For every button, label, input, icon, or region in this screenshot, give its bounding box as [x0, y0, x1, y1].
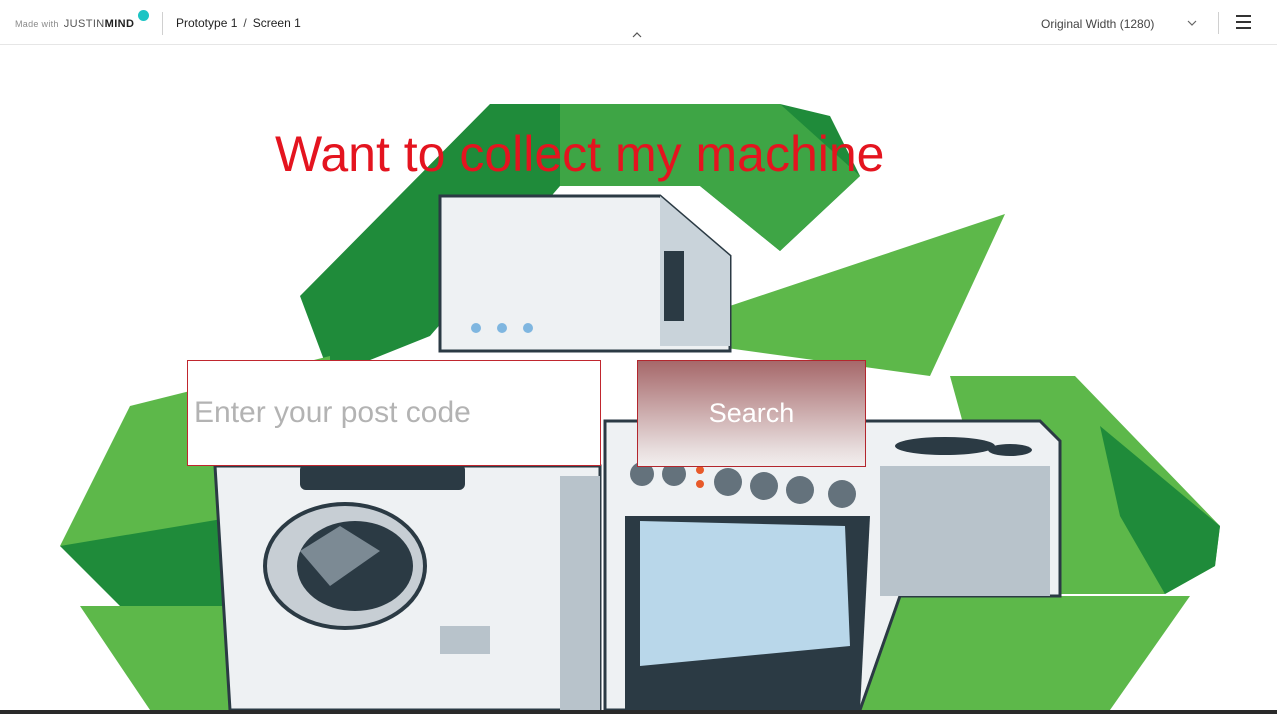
hamburger-menu-icon[interactable] — [1236, 15, 1251, 29]
width-select[interactable]: Original Width (1280) — [1041, 17, 1154, 31]
menu-icon-bar — [1236, 27, 1251, 29]
toolbar-divider — [1218, 12, 1219, 34]
breadcrumb-prototype[interactable]: Prototype 1 — [176, 16, 237, 30]
chevron-down-icon[interactable] — [1187, 19, 1197, 27]
chevron-up-icon[interactable] — [631, 30, 643, 40]
search-button[interactable]: Search — [637, 360, 866, 467]
fridge-graphic — [438, 194, 732, 353]
breadcrumb-screen[interactable]: Screen 1 — [253, 16, 301, 30]
menu-icon-bar — [1236, 15, 1251, 17]
washing-machine-graphic — [213, 464, 602, 710]
justinmind-logo[interactable]: Made with JUSTINMIND — [15, 18, 134, 30]
window-bottom-edge — [0, 710, 1277, 714]
prototype-screen: Want to collect my machine Search — [0, 46, 1277, 710]
brand-name-thin: JUSTIN — [63, 18, 105, 30]
postcode-input[interactable] — [187, 360, 601, 466]
made-with-label: Made with — [15, 19, 59, 29]
page-title: Want to collect my machine — [275, 126, 885, 182]
breadcrumb-separator: / — [243, 16, 247, 30]
toolbar-divider — [162, 12, 163, 35]
breadcrumb: Prototype 1 / Screen 1 — [176, 16, 301, 30]
brand-dot-icon — [138, 10, 149, 21]
prototype-toolbar: Made with JUSTINMIND Prototype 1 / Scree… — [0, 0, 1277, 45]
brand-name: JUSTINMIND — [64, 18, 135, 30]
menu-icon-bar — [1236, 21, 1251, 23]
brand-name-bold: MIND — [104, 18, 135, 30]
